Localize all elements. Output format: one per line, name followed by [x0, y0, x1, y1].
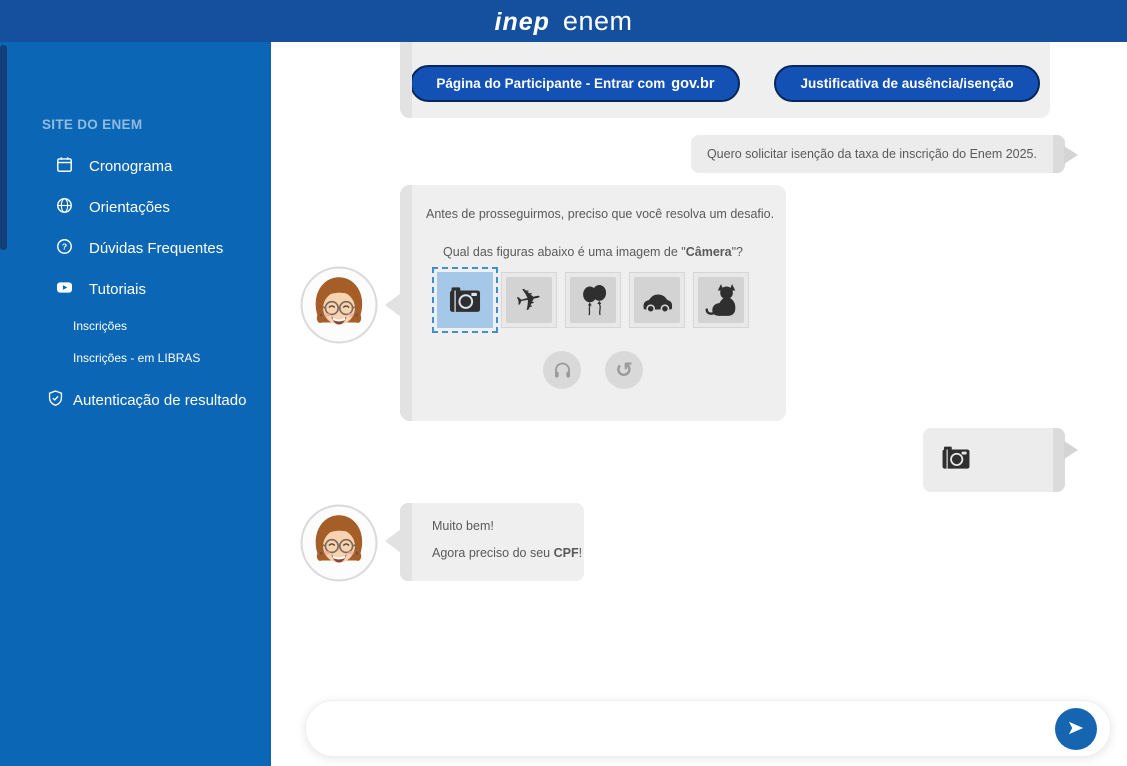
- sidebar-item-tutoriais[interactable]: Tutoriais: [0, 269, 271, 310]
- bot-actions-bubble: Página do Participante - Entrar com gov.…: [400, 42, 1050, 118]
- sidebar-item-orientacoes[interactable]: Orientações: [0, 187, 271, 228]
- challenge-option-camera[interactable]: [437, 272, 493, 328]
- user-answer-bubble: [923, 428, 1065, 492]
- svg-text:?: ?: [62, 242, 67, 252]
- reset-icon: ↺: [615, 360, 633, 381]
- bubble-tail: [385, 529, 401, 553]
- send-arrow-icon: [1066, 718, 1086, 741]
- sidebar-item-duvidas[interactable]: ? Dúvidas Frequentes: [0, 228, 271, 269]
- calendar-icon: [55, 155, 74, 178]
- login-button-label: Página do Participante - Entrar com: [436, 76, 665, 91]
- sidebar-item-label: Autenticação de resultado: [73, 392, 246, 409]
- sidebar-subitem-label: Inscrições: [73, 319, 127, 333]
- sidebar-item-label: Cronograma: [89, 158, 172, 175]
- bubble-tail: [1064, 146, 1078, 164]
- airplane-icon: ✈: [506, 277, 552, 323]
- sidebar-subitem-inscricoes-libras[interactable]: Inscrições - em LIBRAS: [0, 342, 271, 374]
- absence-justification-button[interactable]: Justificativa de ausência/isenção: [774, 65, 1039, 102]
- challenge-intro-text: Antes de prosseguirmos, preciso que você…: [426, 207, 786, 221]
- cat-icon: [698, 277, 744, 323]
- enem-chat-page: inep enem SITE DO ENEM Cronograma Orient…: [0, 0, 1127, 766]
- send-button[interactable]: [1055, 708, 1097, 750]
- user-message-bubble: Quero solicitar isenção da taxa de inscr…: [691, 135, 1065, 173]
- top-header: inep enem: [0, 0, 1127, 42]
- video-icon: [55, 278, 74, 301]
- challenge-question-text: Qual das figuras abaixo é uma imagem de …: [400, 245, 786, 259]
- challenge-option-car[interactable]: [629, 272, 685, 328]
- challenge-option-balloons[interactable]: [565, 272, 621, 328]
- assistant-avatar: [300, 266, 378, 344]
- challenge-option-cat[interactable]: [693, 272, 749, 328]
- sidebar-item-label: Orientações: [89, 199, 170, 216]
- sidebar-item-label: Dúvidas Frequentes: [89, 240, 223, 257]
- audio-button[interactable]: [543, 351, 581, 389]
- sidebar-subitem-inscricoes[interactable]: Inscrições: [0, 310, 271, 342]
- sidebar-item-cronograma[interactable]: Cronograma: [0, 146, 271, 187]
- reset-challenge-button[interactable]: ↺: [605, 351, 643, 389]
- bot-reply-bubble: Muito bem! Agora preciso do seu CPF!: [400, 503, 584, 581]
- shield-check-icon: [46, 389, 65, 412]
- chat-input[interactable]: [328, 705, 1028, 752]
- sidebar-scrollbar-thumb[interactable]: [0, 45, 7, 250]
- chat-area: Página do Participante - Entrar com gov.…: [271, 42, 1127, 766]
- challenge-controls-row: ↺: [400, 351, 786, 389]
- question-circle-icon: ?: [55, 237, 74, 260]
- bubble-tail: [1064, 441, 1078, 459]
- sidebar-subitem-label: Inscrições - em LIBRAS: [73, 351, 200, 365]
- sidebar-item-label: Tutoriais: [89, 281, 146, 298]
- govbr-label: gov.br: [671, 76, 714, 92]
- challenge-options-row: ✈: [400, 272, 786, 328]
- assistant-avatar: [300, 504, 378, 582]
- inep-enem-logo: inep enem: [495, 6, 633, 37]
- challenge-option-airplane[interactable]: ✈: [501, 272, 557, 328]
- bot-cpf-request-text: Agora preciso do seu CPF!: [432, 546, 584, 560]
- bot-praise-text: Muito bem!: [432, 519, 584, 533]
- car-icon: [634, 277, 680, 323]
- camera-answer-icon: [939, 441, 973, 480]
- enem-logo-text: enem: [563, 6, 633, 37]
- justification-button-label: Justificativa de ausência/isenção: [800, 76, 1013, 91]
- bot-challenge-bubble: Antes de prosseguirmos, preciso que você…: [400, 185, 786, 421]
- participant-page-login-button[interactable]: Página do Participante - Entrar com gov.…: [410, 65, 740, 102]
- user-message-text: Quero solicitar isenção da taxa de inscr…: [707, 147, 1037, 161]
- sidebar-section-title: SITE DO ENEM: [42, 117, 271, 132]
- sidebar-item-autenticacao[interactable]: Autenticação de resultado: [0, 380, 271, 421]
- globe-icon: [55, 196, 74, 219]
- inep-logo-text: inep: [495, 8, 550, 37]
- balloons-icon: [570, 277, 616, 323]
- message-input-bar: [305, 700, 1111, 757]
- camera-icon: [442, 277, 488, 323]
- bubble-tail: [385, 293, 401, 317]
- headphones-icon: [552, 358, 573, 383]
- sidebar: SITE DO ENEM Cronograma Orientações ? Dú…: [0, 42, 271, 766]
